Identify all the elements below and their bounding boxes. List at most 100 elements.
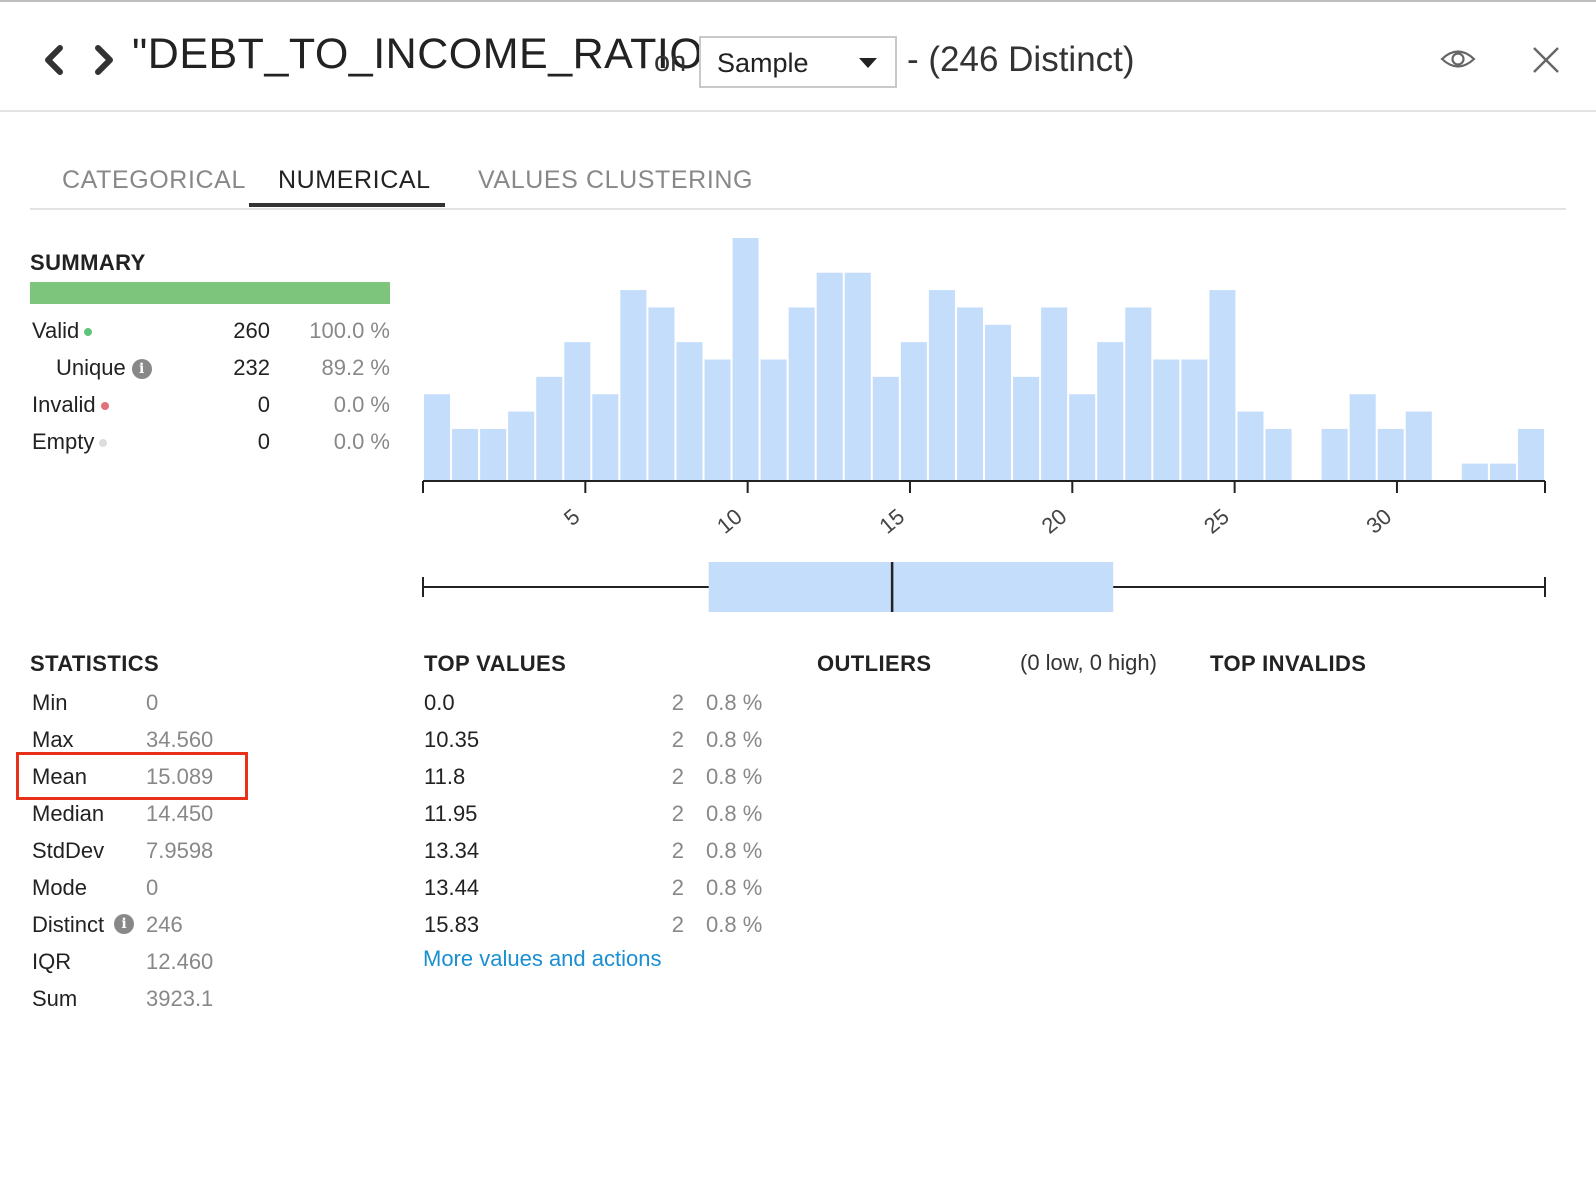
top-value-percent: 0.8 % — [706, 727, 763, 752]
info-icon[interactable]: i — [131, 359, 152, 380]
stat-label: Min — [32, 690, 68, 715]
summary-count: 232 — [233, 355, 270, 380]
info-icon[interactable]: i — [114, 914, 134, 934]
top-value-row[interactable]: 15.83 2 0.8 % — [424, 912, 764, 942]
close-icon — [1533, 47, 1559, 73]
more-values-link[interactable]: More values and actions — [423, 946, 661, 972]
stat-value: 3923.1 — [146, 986, 214, 1011]
top-value-count: 2 — [671, 690, 684, 715]
active-tab-indicator — [249, 203, 445, 207]
stat-value: 12.460 — [146, 949, 214, 974]
close-button[interactable] — [1530, 44, 1562, 76]
histogram-bar[interactable] — [1405, 411, 1432, 481]
histogram-bar[interactable] — [1125, 307, 1152, 481]
histogram-bar[interactable] — [985, 324, 1012, 481]
summary-percent: 0.0 % — [333, 392, 390, 417]
histogram-bar[interactable] — [1377, 428, 1404, 481]
x-tick-label: 15 — [874, 504, 909, 536]
summary-row-empty: Empty 0 0.0 % — [32, 429, 392, 459]
histogram-bar[interactable] — [1321, 428, 1348, 481]
histogram-bar[interactable] — [1517, 428, 1544, 481]
histogram-bar[interactable] — [1153, 359, 1180, 482]
top-value-count: 2 — [671, 838, 684, 863]
mean-highlight-box — [16, 752, 248, 800]
top-value-row[interactable]: 13.44 2 0.8 % — [424, 875, 764, 905]
histogram-bar[interactable] — [1489, 463, 1516, 481]
histogram-bar[interactable] — [816, 272, 843, 481]
top-value-value: 0.0 — [424, 690, 455, 715]
histogram-bar[interactable] — [564, 342, 591, 481]
tab-values-clustering[interactable]: VALUES CLUSTERING — [478, 166, 753, 209]
x-tick-label: 20 — [1037, 504, 1072, 536]
histogram-bar[interactable] — [648, 307, 675, 481]
top-value-row[interactable]: 13.34 2 0.8 % — [424, 838, 764, 868]
top-value-value: 11.95 — [424, 801, 478, 826]
histogram-bar[interactable] — [1349, 394, 1376, 481]
summary-row-invalid: Invalid 0 0.0 % — [32, 392, 392, 422]
x-tick-label: 5 — [559, 504, 584, 531]
histogram-bar[interactable] — [844, 272, 871, 481]
histogram-bar[interactable] — [1069, 394, 1096, 481]
histogram-bar[interactable] — [480, 428, 507, 481]
top-value-row[interactable]: 0.0 2 0.8 % — [424, 690, 764, 720]
summary-label: Unique — [56, 355, 126, 380]
top-value-percent: 0.8 % — [706, 801, 763, 826]
summary-percent: 89.2 % — [321, 355, 391, 380]
summary-row-unique: Unique i 232 89.2 % — [32, 355, 392, 385]
histogram-bar[interactable] — [1013, 376, 1040, 481]
boxplot-box[interactable] — [708, 562, 1114, 612]
stat-value: 0 — [146, 690, 159, 715]
empty-dot-icon — [99, 439, 108, 448]
top-value-count: 2 — [671, 875, 684, 900]
invalid-dot-icon — [100, 402, 109, 411]
top-value-row[interactable]: 10.35 2 0.8 % — [424, 727, 764, 757]
histogram-bar[interactable] — [732, 238, 759, 481]
top-value-count: 2 — [671, 912, 684, 937]
histogram-bar[interactable] — [508, 411, 535, 481]
histogram-bar[interactable] — [620, 290, 647, 481]
stat-label: Distinct — [32, 912, 105, 937]
caret-down-icon — [859, 58, 877, 68]
histogram-bar[interactable] — [788, 307, 815, 481]
stat-value: 0 — [146, 875, 159, 900]
stat-value: 34.560 — [146, 727, 214, 752]
top-value-row[interactable]: 11.8 2 0.8 % — [424, 764, 764, 794]
chevron-left-icon — [45, 45, 63, 75]
histogram-bar[interactable] — [1237, 411, 1264, 481]
x-tick-label: 25 — [1199, 504, 1234, 536]
summary-label: Empty — [32, 429, 95, 454]
histogram-bar[interactable] — [1097, 342, 1124, 481]
sample-select[interactable]: Sample — [699, 36, 897, 88]
histogram-bar[interactable] — [872, 376, 899, 481]
next-column-button[interactable] — [86, 40, 122, 80]
summary-count: 260 — [233, 318, 270, 343]
top-value-count: 2 — [671, 801, 684, 826]
histogram-chart: 5 10 15 20 25 30 — [422, 238, 1546, 536]
histogram-bar[interactable] — [1461, 463, 1488, 481]
previous-column-button[interactable] — [36, 40, 72, 80]
eye-button[interactable] — [1440, 42, 1476, 76]
histogram-bar[interactable] — [1181, 359, 1208, 482]
histogram-bar[interactable] — [1209, 290, 1236, 481]
histogram-bar[interactable] — [956, 307, 983, 481]
histogram-bar[interactable] — [928, 290, 955, 481]
histogram-bar[interactable] — [1041, 307, 1068, 481]
stat-value: 14.450 — [146, 801, 214, 826]
valid-dot-icon — [84, 328, 93, 337]
histogram-bar[interactable] — [1265, 428, 1292, 481]
histogram-bar[interactable] — [592, 394, 619, 481]
top-value-count: 2 — [671, 727, 684, 752]
histogram-bar[interactable] — [760, 359, 787, 482]
top-value-row[interactable]: 11.95 2 0.8 % — [424, 801, 764, 831]
histogram-bar[interactable] — [676, 342, 703, 481]
histogram-bar[interactable] — [536, 376, 563, 481]
tab-categorical[interactable]: CATEGORICAL — [62, 166, 246, 209]
top-invalids-title: TOP INVALIDS — [1210, 651, 1367, 676]
stat-value: 7.9598 — [146, 838, 214, 863]
histogram-bar[interactable] — [424, 394, 451, 481]
histogram-bar[interactable] — [452, 428, 479, 481]
summary-label: Valid — [32, 318, 80, 343]
summary-percent: 100.0 % — [309, 318, 390, 343]
histogram-bar[interactable] — [900, 342, 927, 481]
histogram-bar[interactable] — [704, 359, 731, 482]
